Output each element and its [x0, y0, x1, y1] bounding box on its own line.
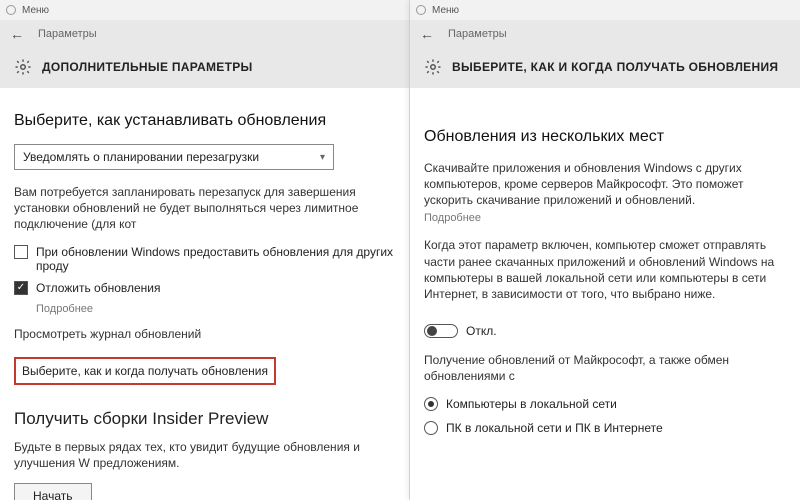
toggle-knob-icon [427, 326, 437, 336]
window-icon [6, 5, 16, 15]
restart-description: Вам потребуется запланировать перезапуск… [14, 184, 395, 233]
titlebar-left: Меню [0, 0, 409, 20]
left-content: Выберите, как устанавливать обновления У… [0, 88, 409, 500]
start-button[interactable]: Начать [14, 483, 92, 500]
radio-label: Компьютеры в локальной сети [446, 397, 617, 411]
gear-icon [14, 58, 32, 76]
link-update-history[interactable]: Просмотреть журнал обновлений [14, 327, 395, 341]
section-title-sources: Обновления из нескольких мест [424, 128, 786, 146]
sources-description-3: Получение обновлений от Майкрософт, а та… [424, 352, 786, 384]
insider-title: Получить сборки Insider Preview [14, 409, 395, 429]
checkbox-checked-icon: ✓ [14, 281, 28, 295]
titlebar-right: Меню [410, 0, 800, 20]
link-choose-delivery[interactable]: Выберите, как и когда получать обновлени… [14, 357, 276, 385]
radio-local-only[interactable]: Компьютеры в локальной сети [424, 397, 786, 411]
checkbox-label: Отложить обновления [36, 281, 161, 295]
gear-icon [424, 58, 442, 76]
checkbox-label: При обновлении Windows предоставить обно… [36, 245, 395, 273]
select-value: Уведомлять о планировании перезагрузки [23, 150, 259, 164]
breadcrumb[interactable]: Параметры [38, 28, 97, 40]
checkbox-unchecked-icon [14, 245, 28, 259]
sources-description-2: Когда этот параметр включен, компьютер с… [424, 237, 786, 302]
delivery-toggle[interactable]: Откл. [424, 324, 497, 338]
toggle-label: Откл. [466, 324, 497, 338]
page-header-left: ДОПОЛНИТЕЛЬНЫЕ ПАРАМЕТРЫ [0, 48, 409, 88]
breadcrumb[interactable]: Параметры [448, 28, 507, 40]
section-title-install: Выберите, как устанавливать обновления [14, 112, 395, 130]
radio-label: ПК в локальной сети и ПК в Интернете [446, 421, 663, 435]
left-settings-window: Меню ← Параметры ДОПОЛНИТЕЛЬНЫЕ ПАРАМЕТР… [0, 0, 410, 500]
toggle-track-icon [424, 324, 458, 338]
navbar-right: ← Параметры [410, 20, 800, 48]
page-title: ВЫБЕРИТЕ, КАК И КОГДА ПОЛУЧАТЬ ОБНОВЛЕНИ… [452, 60, 778, 74]
page-header-right: ВЫБЕРИТЕ, КАК И КОГДА ПОЛУЧАТЬ ОБНОВЛЕНИ… [410, 48, 800, 88]
radio-unchecked-icon [424, 421, 438, 435]
defer-more-link[interactable]: Подробнее [36, 303, 395, 315]
back-icon[interactable]: ← [420, 26, 434, 42]
right-settings-window: Меню ← Параметры ВЫБЕРИТЕ, КАК И КОГДА П… [410, 0, 800, 500]
more-link[interactable]: Подробнее [424, 211, 786, 226]
titlebar-menu-label[interactable]: Меню [22, 5, 49, 16]
back-icon[interactable]: ← [10, 26, 24, 42]
chevron-down-icon: ▾ [320, 152, 325, 163]
sources-description-1: Скачивайте приложения и обновления Windo… [424, 160, 786, 225]
checkbox-row-defer[interactable]: ✓ Отложить обновления [14, 281, 395, 295]
text-span: Скачивайте приложения и обновления Windo… [424, 161, 744, 207]
radio-local-and-internet[interactable]: ПК в локальной сети и ПК в Интернете [424, 421, 786, 435]
titlebar-menu-label[interactable]: Меню [432, 5, 459, 16]
checkbox-row-other-products[interactable]: При обновлении Windows предоставить обно… [14, 245, 395, 273]
install-mode-select[interactable]: Уведомлять о планировании перезагрузки ▾ [14, 144, 334, 170]
navbar-left: ← Параметры [0, 20, 409, 48]
window-icon [416, 5, 426, 15]
insider-body: Будьте в первых рядах тех, кто увидит бу… [14, 439, 395, 471]
page-title: ДОПОЛНИТЕЛЬНЫЕ ПАРАМЕТРЫ [42, 60, 253, 74]
radio-checked-icon [424, 397, 438, 411]
right-content: Обновления из нескольких мест Скачивайте… [410, 88, 800, 435]
